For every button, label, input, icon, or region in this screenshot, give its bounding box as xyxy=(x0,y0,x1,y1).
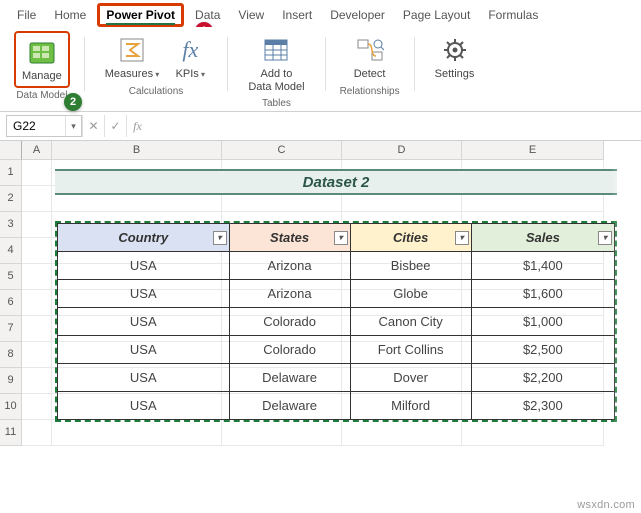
detect-icon xyxy=(354,34,386,66)
formula-bar: ▾ ✕ ✓ fx xyxy=(0,112,641,141)
table-row[interactable]: USAArizonaBisbee$1,400 xyxy=(58,252,615,280)
measures-button[interactable]: Measures xyxy=(99,31,166,84)
tab-home[interactable]: Home xyxy=(45,3,95,27)
cancel-icon[interactable]: ✕ xyxy=(82,115,104,137)
tab-file[interactable]: File xyxy=(8,3,45,27)
measures-icon xyxy=(116,34,148,66)
gear-icon xyxy=(439,34,471,66)
separator xyxy=(414,37,415,91)
separator xyxy=(84,37,85,91)
filter-icon[interactable]: ▾ xyxy=(334,231,348,245)
dataset-table[interactable]: Country▾ States▾ Cities▾ Sales▾ USAArizo… xyxy=(57,223,615,420)
detect-button[interactable]: Detect xyxy=(347,31,393,84)
row-9[interactable]: 9 xyxy=(0,368,22,394)
col-E[interactable]: E xyxy=(462,141,604,160)
settings-label: Settings xyxy=(435,68,475,81)
ribbon-tabs: File Home Power Pivot Data View Insert D… xyxy=(0,0,641,27)
manage-label: Manage xyxy=(22,70,62,83)
col-A[interactable]: A xyxy=(22,141,52,160)
group-settings: Settings xyxy=(423,31,487,111)
header-country[interactable]: Country▾ xyxy=(58,224,230,252)
worksheet[interactable]: A B C D E 1 2 3 4 5 6 7 8 9 10 11 Datase… xyxy=(0,141,641,446)
callout-badge-2: 2 xyxy=(64,93,82,111)
separator xyxy=(227,37,228,91)
table-icon xyxy=(260,34,292,66)
group-label-calculations: Calculations xyxy=(129,86,183,97)
col-B[interactable]: B xyxy=(52,141,222,160)
table-header-row: Country▾ States▾ Cities▾ Sales▾ xyxy=(58,224,615,252)
filter-icon[interactable]: ▾ xyxy=(598,231,612,245)
table-row[interactable]: USADelawareMilford$2,300 xyxy=(58,392,615,420)
col-C[interactable]: C xyxy=(222,141,342,160)
group-calculations: Measures fx KPIs Calculations xyxy=(93,31,220,111)
measures-label: Measures xyxy=(105,68,160,81)
tab-formulas[interactable]: Formulas xyxy=(479,3,547,27)
name-box-input[interactable] xyxy=(7,119,65,133)
row-1[interactable]: 1 xyxy=(0,160,22,186)
tab-page-layout[interactable]: Page Layout xyxy=(394,3,479,27)
settings-button[interactable]: Settings xyxy=(429,31,481,84)
row-5[interactable]: 5 xyxy=(0,264,22,290)
table-row[interactable]: USAColoradoFort Collins$2,500 xyxy=(58,336,615,364)
header-states[interactable]: States▾ xyxy=(229,224,350,252)
tab-view[interactable]: View xyxy=(229,3,273,27)
select-all-corner[interactable] xyxy=(0,141,22,160)
filter-icon[interactable]: ▾ xyxy=(213,231,227,245)
group-tables: Add toData Model Tables xyxy=(236,31,316,111)
add-to-data-model-button[interactable]: Add toData Model xyxy=(242,31,310,96)
row-4[interactable]: 4 xyxy=(0,238,22,264)
watermark: wsxdn.com xyxy=(577,499,635,511)
name-box[interactable]: ▾ xyxy=(6,115,82,137)
group-data-model: Manage Data Model 2 xyxy=(8,31,76,111)
tab-power-pivot[interactable]: Power Pivot xyxy=(97,3,184,27)
table-body: USAArizonaBisbee$1,400 USAArizonaGlobe$1… xyxy=(58,252,615,420)
group-label-relationships: Relationships xyxy=(340,86,400,97)
kpis-label: KPIs xyxy=(176,68,205,81)
table-row[interactable]: USAArizonaGlobe$1,600 xyxy=(58,280,615,308)
ribbon: Manage Data Model 2 Measures fx KPIs Cal… xyxy=(0,27,641,112)
row-3[interactable]: 3 xyxy=(0,212,22,238)
table-row[interactable]: USAColoradoCanon City$1,000 xyxy=(58,308,615,336)
row-7[interactable]: 7 xyxy=(0,316,22,342)
tab-insert[interactable]: Insert xyxy=(273,3,321,27)
manage-icon xyxy=(26,36,58,68)
row-2[interactable]: 2 xyxy=(0,186,22,212)
group-label-blank xyxy=(453,86,456,97)
header-sales[interactable]: Sales▾ xyxy=(471,224,614,252)
table-row[interactable]: USADelawareDover$2,200 xyxy=(58,364,615,392)
filter-icon[interactable]: ▾ xyxy=(455,231,469,245)
row-10[interactable]: 10 xyxy=(0,394,22,420)
add-to-label: Add toData Model xyxy=(248,68,304,93)
group-label-data-model: Data Model xyxy=(16,90,67,101)
dataset-title: Dataset 2 xyxy=(55,169,617,195)
enter-icon[interactable]: ✓ xyxy=(104,115,126,137)
name-box-dropdown-icon[interactable]: ▾ xyxy=(65,116,81,136)
dataset-table-wrap: Country▾ States▾ Cities▾ Sales▾ USAArizo… xyxy=(55,221,617,422)
row-8[interactable]: 8 xyxy=(0,342,22,368)
tab-developer[interactable]: Developer xyxy=(321,3,394,27)
row-6[interactable]: 6 xyxy=(0,290,22,316)
header-cities[interactable]: Cities▾ xyxy=(350,224,471,252)
col-D[interactable]: D xyxy=(342,141,462,160)
grid-headers: A B C D E xyxy=(0,141,641,160)
group-label-tables: Tables xyxy=(262,98,291,109)
fx-icon[interactable]: fx xyxy=(126,115,148,137)
manage-button[interactable]: Manage xyxy=(14,31,70,88)
kpis-icon: fx xyxy=(174,34,206,66)
detect-label: Detect xyxy=(354,68,386,81)
row-11[interactable]: 11 xyxy=(0,420,22,446)
group-relationships: Detect Relationships xyxy=(334,31,406,111)
separator xyxy=(325,37,326,91)
kpis-button[interactable]: fx KPIs xyxy=(167,31,213,84)
